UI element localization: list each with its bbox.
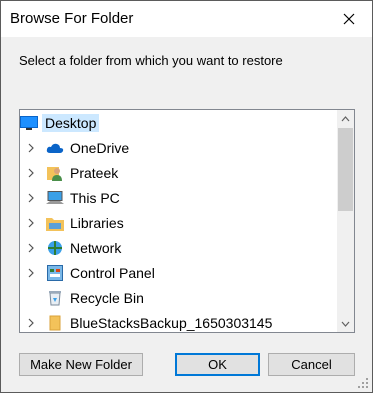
expand-chevron-icon[interactable] bbox=[24, 141, 38, 155]
close-button[interactable] bbox=[326, 1, 372, 37]
tree-item-label: Recycle Bin bbox=[70, 290, 144, 306]
user-folder-icon bbox=[46, 165, 64, 181]
tree-item-desktop[interactable]: Desktop bbox=[20, 112, 334, 134]
desktop-icon bbox=[20, 115, 38, 131]
scroll-down-button[interactable] bbox=[337, 315, 354, 332]
title-bar: Browse For Folder bbox=[1, 1, 372, 37]
ok-button[interactable]: OK bbox=[175, 353, 260, 376]
tree-item-control-panel[interactable]: Control Panel bbox=[20, 262, 334, 284]
expand-chevron-icon[interactable] bbox=[24, 191, 38, 205]
tree-item-recycle-bin[interactable]: Recycle Bin bbox=[20, 287, 334, 309]
tree-item-label: Control Panel bbox=[70, 265, 155, 281]
tree-item-label: Prateek bbox=[70, 165, 119, 181]
tree-item-label: Libraries bbox=[70, 215, 124, 231]
chevron-down-icon bbox=[341, 321, 350, 327]
computer-icon bbox=[46, 190, 64, 206]
browse-for-folder-dialog: Browse For Folder Select a folder from w… bbox=[0, 0, 373, 393]
tree-item-label: This PC bbox=[70, 190, 120, 206]
tree-item-label: OneDrive bbox=[70, 140, 130, 156]
libraries-icon bbox=[46, 215, 64, 231]
scroll-up-button[interactable] bbox=[337, 110, 354, 127]
make-new-folder-button[interactable]: Make New Folder bbox=[19, 353, 143, 376]
control-panel-icon bbox=[46, 265, 64, 281]
network-icon bbox=[46, 240, 64, 256]
tree-item-libraries[interactable]: Libraries bbox=[20, 212, 334, 234]
tree-item-label: Desktop bbox=[42, 114, 100, 132]
instruction-text: Select a folder from which you want to r… bbox=[19, 53, 283, 68]
scrollbar-thumb[interactable] bbox=[338, 128, 353, 211]
vertical-scrollbar[interactable] bbox=[337, 110, 354, 332]
tree-item-label: Network bbox=[70, 240, 122, 256]
expand-chevron-icon[interactable] bbox=[24, 216, 38, 230]
tree-item-prateek[interactable]: Prateek bbox=[20, 162, 334, 184]
resize-grip-icon[interactable] bbox=[358, 378, 369, 389]
window-title: Browse For Folder bbox=[10, 10, 134, 27]
recycle-bin-icon bbox=[46, 290, 64, 306]
expand-chevron-icon[interactable] bbox=[24, 266, 38, 280]
tree-item-label: BlueStacksBackup_1650303145 bbox=[70, 315, 273, 331]
folder-tree[interactable]: Desktop OneDrive Prateek This PC Librari… bbox=[19, 109, 355, 333]
tree-item-bluestacks-backup[interactable]: BlueStacksBackup_1650303145 bbox=[20, 312, 334, 332]
tree-item-network[interactable]: Network bbox=[20, 237, 334, 259]
onedrive-icon bbox=[46, 140, 64, 156]
expand-chevron-icon[interactable] bbox=[24, 316, 38, 330]
tree-item-this-pc[interactable]: This PC bbox=[20, 187, 334, 209]
cancel-button[interactable]: Cancel bbox=[268, 353, 355, 376]
folder-icon bbox=[46, 315, 64, 331]
close-icon bbox=[343, 13, 355, 25]
tree-item-onedrive[interactable]: OneDrive bbox=[20, 137, 334, 159]
no-expander bbox=[24, 291, 38, 305]
expand-chevron-icon[interactable] bbox=[24, 241, 38, 255]
expand-chevron-icon[interactable] bbox=[24, 166, 38, 180]
chevron-up-icon bbox=[341, 115, 350, 121]
